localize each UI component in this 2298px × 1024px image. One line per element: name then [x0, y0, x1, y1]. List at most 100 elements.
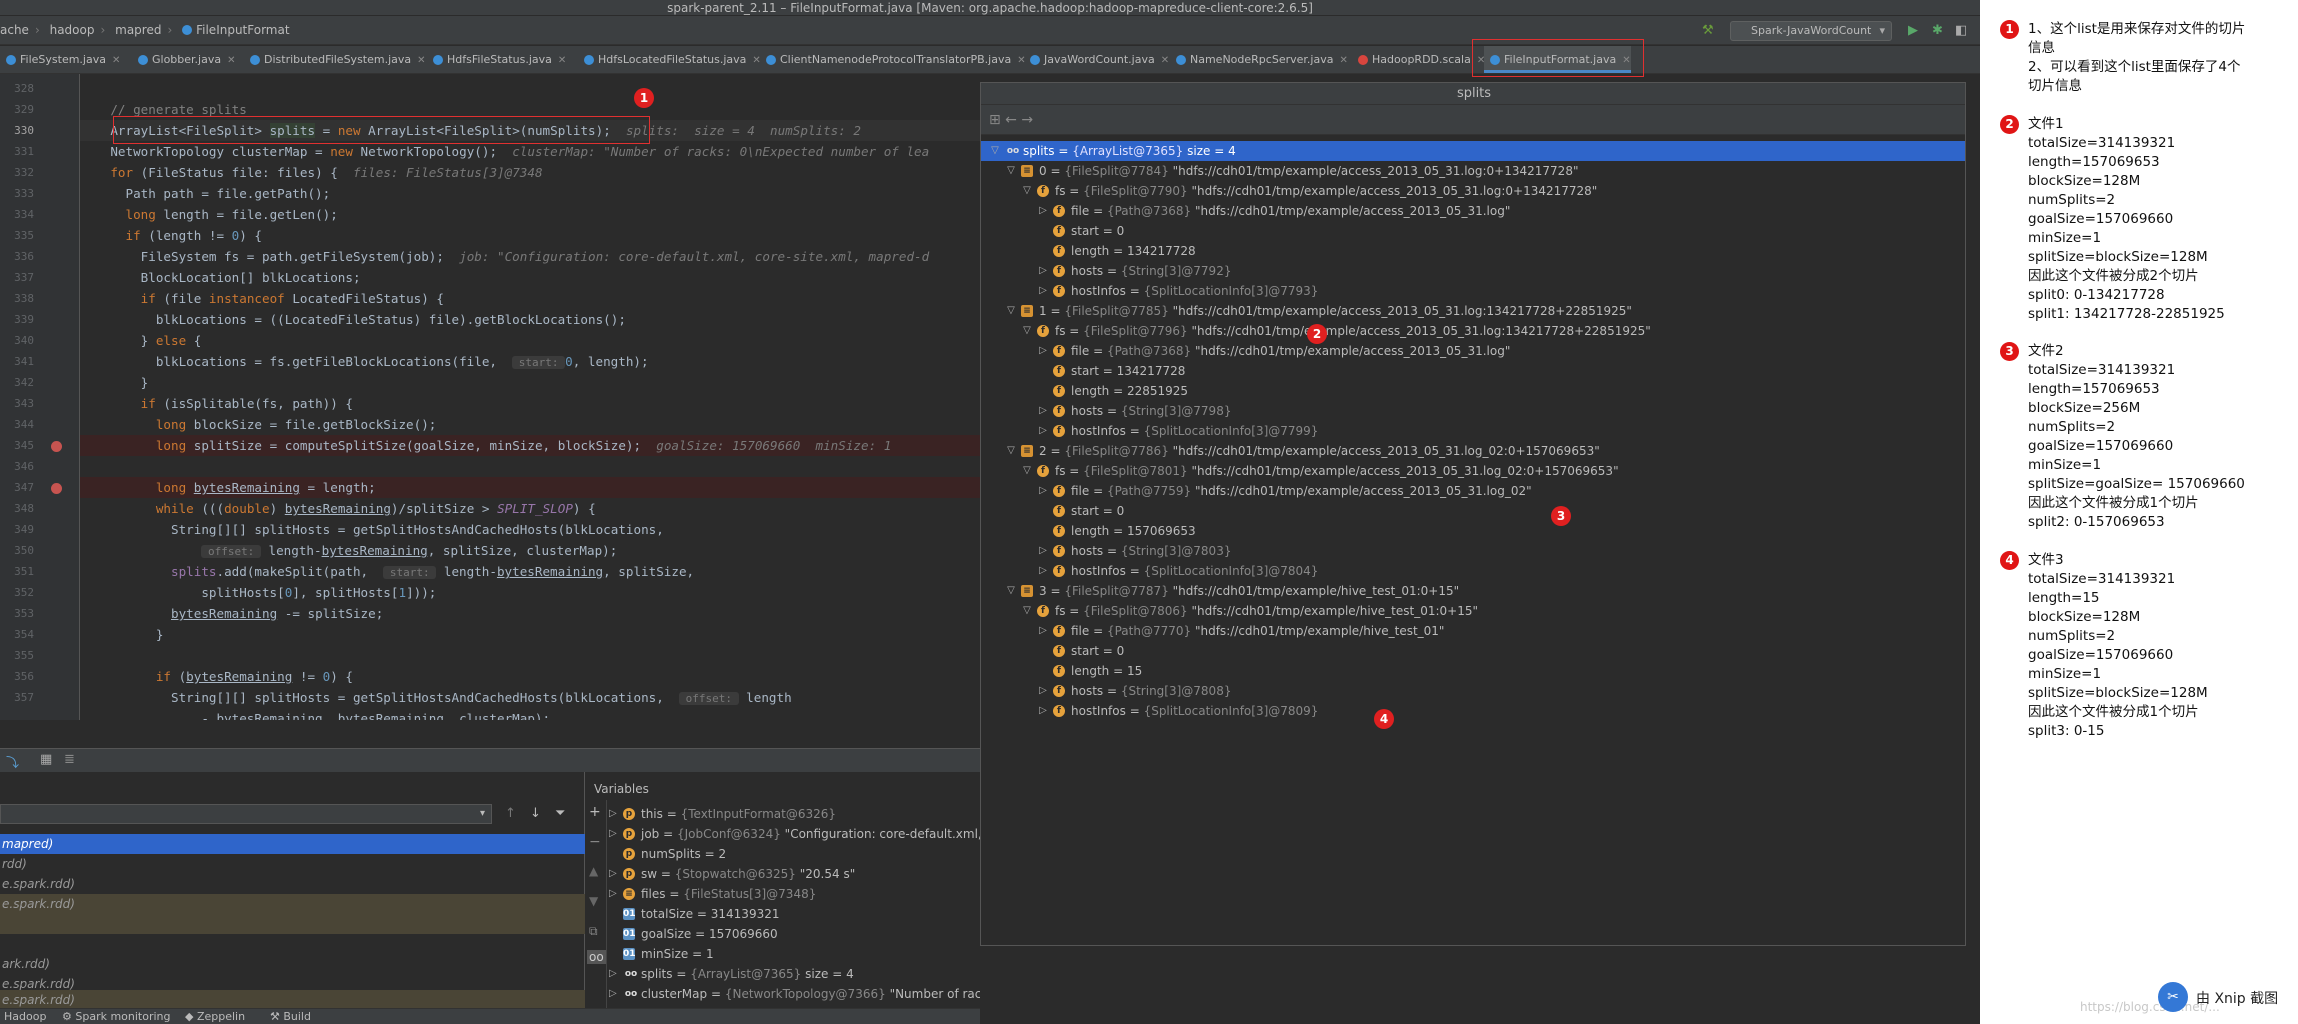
expand-arrow-icon[interactable]: ▽ — [989, 141, 1001, 161]
tree-node[interactable]: ▷ f hosts = {String[3]@7803} — [981, 541, 1965, 561]
close-icon[interactable]: ✕ — [1333, 55, 1347, 66]
tab-distributedfilesystem[interactable]: DistributedFileSystem.java ✕ — [244, 46, 426, 73]
variable-row[interactable]: ▷ oo splits = {ArrayList@7365} size = 4 — [607, 964, 980, 984]
variable-row[interactable]: p numSplits = 2 — [607, 844, 980, 864]
arrow-down-icon[interactable]: ↓ — [530, 806, 541, 821]
breakpoint-icon[interactable] — [51, 441, 62, 452]
expand-arrow-icon[interactable]: ▷ — [609, 964, 617, 984]
breakpoint-icon[interactable] — [51, 483, 62, 494]
tab-hdfslocatedfilestatus[interactable]: HdfsLocatedFileStatus.java ✕ — [578, 46, 761, 73]
breadcrumb-item[interactable]: hadoop — [50, 23, 95, 37]
tree-node[interactable]: ▽ f fs = {FileSplit@7801} "hdfs://cdh01/tm… — [981, 461, 1965, 481]
line-number-gutter[interactable]: 328 329 330 331 332 333 334 335 336 337 … — [0, 74, 80, 720]
hammer-icon[interactable]: ⚒ — [1702, 22, 1714, 39]
collapse-arrow-icon[interactable]: ▷ — [1037, 701, 1049, 721]
close-icon[interactable]: ✕ — [411, 55, 425, 66]
variable-row[interactable]: ▷ ≡ files = {FileStatus[3]@7348} — [607, 884, 980, 904]
expand-arrow-icon[interactable]: ▽ — [1005, 161, 1017, 181]
collapse-arrow-icon[interactable]: ▷ — [1037, 481, 1049, 501]
breadcrumb-item[interactable]: FileInputFormat — [196, 23, 289, 37]
frame-item[interactable]: e.spark.rdd) — [0, 874, 585, 894]
collapse-arrow-icon[interactable]: ▷ — [1037, 421, 1049, 441]
tab-javawordcount[interactable]: JavaWordCount.java ✕ — [1024, 46, 1169, 73]
tab-hadooprdd[interactable]: HadoopRDD.scala ✕ — [1352, 46, 1485, 73]
tree-node[interactable]: ▷ f hostInfos = {SplitLocationInfo[3]@7809… — [981, 701, 1965, 721]
debug-icon[interactable]: ✱ — [1932, 22, 1943, 39]
tree-node[interactable]: ▷ f hostInfos = {SplitLocationInfo[3]@7793… — [981, 281, 1965, 301]
tree-node[interactable]: f start = 134217728 — [981, 361, 1965, 381]
close-icon[interactable]: ✕ — [746, 55, 760, 66]
tree-node[interactable]: ▷ f file = {Path@7770} "hdfs://cdh01/tmp/e… — [981, 621, 1965, 641]
tree-node[interactable]: ▽ f fs = {FileSplit@7796} "hdfs://cdh01/tm… — [981, 321, 1965, 341]
tree-node[interactable]: ▷ f hosts = {String[3]@7792} — [981, 261, 1965, 281]
tab-globber[interactable]: Globber.java ✕ — [132, 46, 236, 73]
tree-node[interactable]: ▷ f hosts = {String[3]@7798} — [981, 401, 1965, 421]
copy-icon[interactable]: ⧉ — [589, 924, 598, 939]
close-icon[interactable]: ✕ — [106, 55, 120, 66]
tree-node[interactable]: f length = 134217728 — [981, 241, 1965, 261]
frame-item[interactable]: e.spark.rdd) — [0, 894, 585, 914]
thread-select[interactable]: ▾ — [0, 804, 492, 824]
expand-arrow-icon[interactable]: ▷ — [609, 984, 617, 1004]
tree-node[interactable]: f start = 0 — [981, 501, 1965, 521]
expand-arrow-icon[interactable]: ▽ — [1021, 601, 1033, 621]
collapse-arrow-icon[interactable]: ▷ — [1037, 261, 1049, 281]
tab-clientnamenodeprotocoltranslatorpb[interactable]: ClientNamenodeProtocolTranslatorPB.java ✕ — [760, 46, 1026, 73]
arrow-up-icon[interactable]: ↑ — [505, 806, 516, 821]
collapse-arrow-icon[interactable]: ▷ — [1037, 281, 1049, 301]
expand-arrow-icon[interactable]: ▷ — [609, 864, 617, 884]
variable-row[interactable]: 01 minSize = 1 — [607, 944, 980, 964]
variable-row[interactable]: ▷ p job = {JobConf@6324} "Configuration: c… — [607, 824, 980, 844]
tab-hdfsfilestatus[interactable]: HdfsFileStatus.java ✕ — [427, 46, 566, 73]
tree-node[interactable]: f length = 157069653 — [981, 521, 1965, 541]
tree-node[interactable]: f length = 22851925 — [981, 381, 1965, 401]
collapse-arrow-icon[interactable]: ▷ — [1037, 401, 1049, 421]
tree-node[interactable]: ▽ f fs = {FileSplit@7806} "hdfs://cdh01/tm… — [981, 601, 1965, 621]
expand-arrow-icon[interactable]: ▷ — [609, 884, 617, 904]
tree-node[interactable]: ▷ f hostInfos = {SplitLocationInfo[3]@7804… — [981, 561, 1965, 581]
run-icon[interactable]: ▶ — [1908, 22, 1918, 39]
tab-filesystem[interactable]: FileSystem.java ✕ — [0, 46, 120, 73]
expand-arrow-icon[interactable]: ▽ — [1021, 461, 1033, 481]
tree-node[interactable]: ▷ f hosts = {String[3]@7808} — [981, 681, 1965, 701]
tree-node[interactable]: ▷ f file = {Path@7368} "hdfs://cdh01/tmp/e… — [981, 201, 1965, 221]
tree-node[interactable]: ▽ f fs = {FileSplit@7790} "hdfs://cdh01/tm… — [981, 181, 1965, 201]
close-icon[interactable]: ✕ — [221, 55, 235, 66]
variable-row[interactable]: 01 goalSize = 157069660 — [607, 924, 980, 944]
tool-window-hadoop[interactable]: Hadoop — [4, 1009, 46, 1024]
tab-namenoderpcserver[interactable]: NameNodeRpcServer.java ✕ — [1170, 46, 1348, 73]
tree-node[interactable]: ▽ ≡ 3 = {FileSplit@7787} "hdfs://cdh01/tmp… — [981, 581, 1965, 601]
expand-arrow-icon[interactable]: ▽ — [1005, 441, 1017, 461]
expand-arrow-icon[interactable]: ▽ — [1005, 301, 1017, 321]
tree-node[interactable]: f start = 0 — [981, 641, 1965, 661]
tree-node[interactable]: ▽ ≡ 1 = {FileSplit@7785} "hdfs://cdh01/tmp… — [981, 301, 1965, 321]
coverage-icon[interactable]: ◧ — [1955, 22, 1967, 39]
arrow-up-icon[interactable]: ▲ — [589, 864, 598, 878]
frame-item[interactable]: e.spark.rdd) — [0, 990, 585, 1008]
collapse-arrow-icon[interactable]: ▷ — [1037, 201, 1049, 221]
collapse-arrow-icon[interactable]: ▷ — [1037, 541, 1049, 561]
expand-arrow-icon[interactable]: ▽ — [1021, 321, 1033, 341]
splits-inspect-popup[interactable]: splits ⊞ ← → ▽ oo splits = {ArrayList@7365… — [980, 82, 1966, 946]
frame-item[interactable]: ark.rdd) — [0, 954, 585, 974]
tree-node[interactable]: f length = 15 — [981, 661, 1965, 681]
tree-node[interactable]: ▷ f file = {Path@7368} "hdfs://cdh01/tmp/e… — [981, 341, 1965, 361]
variable-row[interactable]: ▷ p this = {TextInputFormat@6326} — [607, 804, 980, 824]
expand-arrow-icon[interactable]: ▽ — [1021, 181, 1033, 201]
table-icon[interactable]: ▦ — [40, 752, 52, 767]
expand-arrow-icon[interactable]: ▷ — [609, 804, 617, 824]
variable-row[interactable]: ▷ oo clusterMap = {NetworkTopology@7366} "… — [607, 984, 980, 1004]
tree-node[interactable]: ▽ ≡ 0 = {FileSplit@7784} "hdfs://cdh01/tmp… — [981, 161, 1965, 181]
close-icon[interactable]: ✕ — [552, 55, 566, 66]
tool-window-zeppelin[interactable]: ◆ Zeppelin — [185, 1009, 245, 1024]
tool-window-build[interactable]: ⚒ Build — [270, 1009, 311, 1024]
step-icon[interactable]: ⤵ — [6, 752, 19, 771]
minus-icon[interactable]: − — [589, 834, 601, 850]
tree-node[interactable]: ▷ f hostInfos = {SplitLocationInfo[3]@7799… — [981, 421, 1965, 441]
arrow-down-icon[interactable]: ▼ — [589, 894, 598, 908]
variable-row[interactable]: ▷ p sw = {Stopwatch@6325} "20.54 s" — [607, 864, 980, 884]
tree-node[interactable]: ▽ oo splits = {ArrayList@7365} size = 4 — [981, 141, 1965, 161]
breadcrumb-item[interactable]: ache — [0, 23, 29, 37]
expand-arrow-icon[interactable]: ▷ — [609, 824, 617, 844]
collapse-arrow-icon[interactable]: ▷ — [1037, 681, 1049, 701]
